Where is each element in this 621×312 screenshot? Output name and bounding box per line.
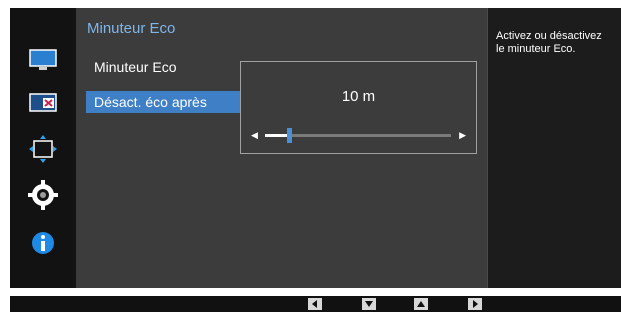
- help-line-2: le minuteur Eco.: [496, 43, 576, 55]
- help-line-1: Activez ou désactivez: [496, 30, 602, 42]
- sidebar: [10, 8, 76, 288]
- timer-value: 10 m: [341, 88, 376, 105]
- size-position-icon[interactable]: [28, 134, 58, 164]
- down-arrow-icon[interactable]: [362, 298, 376, 310]
- left-arrow-icon[interactable]: [308, 298, 322, 310]
- picture-icon[interactable]: [28, 45, 58, 75]
- slider-thumb[interactable]: [287, 128, 293, 143]
- up-arrow-icon[interactable]: [414, 298, 428, 310]
- right-arrow-icon[interactable]: [468, 298, 482, 310]
- menu-item-desact-eco-apres[interactable]: Désact. éco après: [86, 91, 240, 113]
- info-icon[interactable]: [28, 228, 58, 258]
- menu-panel: Minuteur Eco Minuteur Eco Désact. éco ap…: [76, 8, 487, 288]
- navigation-bar: [10, 296, 621, 312]
- system-gear-icon[interactable]: [28, 180, 58, 210]
- timer-slider[interactable]: [265, 128, 451, 143]
- help-panel: Activez ou désactivez le minuteur Eco.: [487, 8, 621, 288]
- value-panel: 10 m ◀ ▶: [240, 61, 477, 154]
- slider-fill: [265, 134, 290, 137]
- slider-right-arrow-icon[interactable]: ▶: [459, 130, 466, 141]
- osd-window: Minuteur Eco Minuteur Eco Désact. éco ap…: [10, 8, 621, 288]
- pip-icon[interactable]: [28, 88, 58, 118]
- help-text: Activez ou désactivez le minuteur Eco.: [496, 30, 621, 56]
- slider-left-arrow-icon[interactable]: ◀: [251, 130, 258, 141]
- menu-item-minuteur-eco[interactable]: Minuteur Eco: [86, 56, 240, 78]
- menu-title: Minuteur Eco: [87, 20, 176, 37]
